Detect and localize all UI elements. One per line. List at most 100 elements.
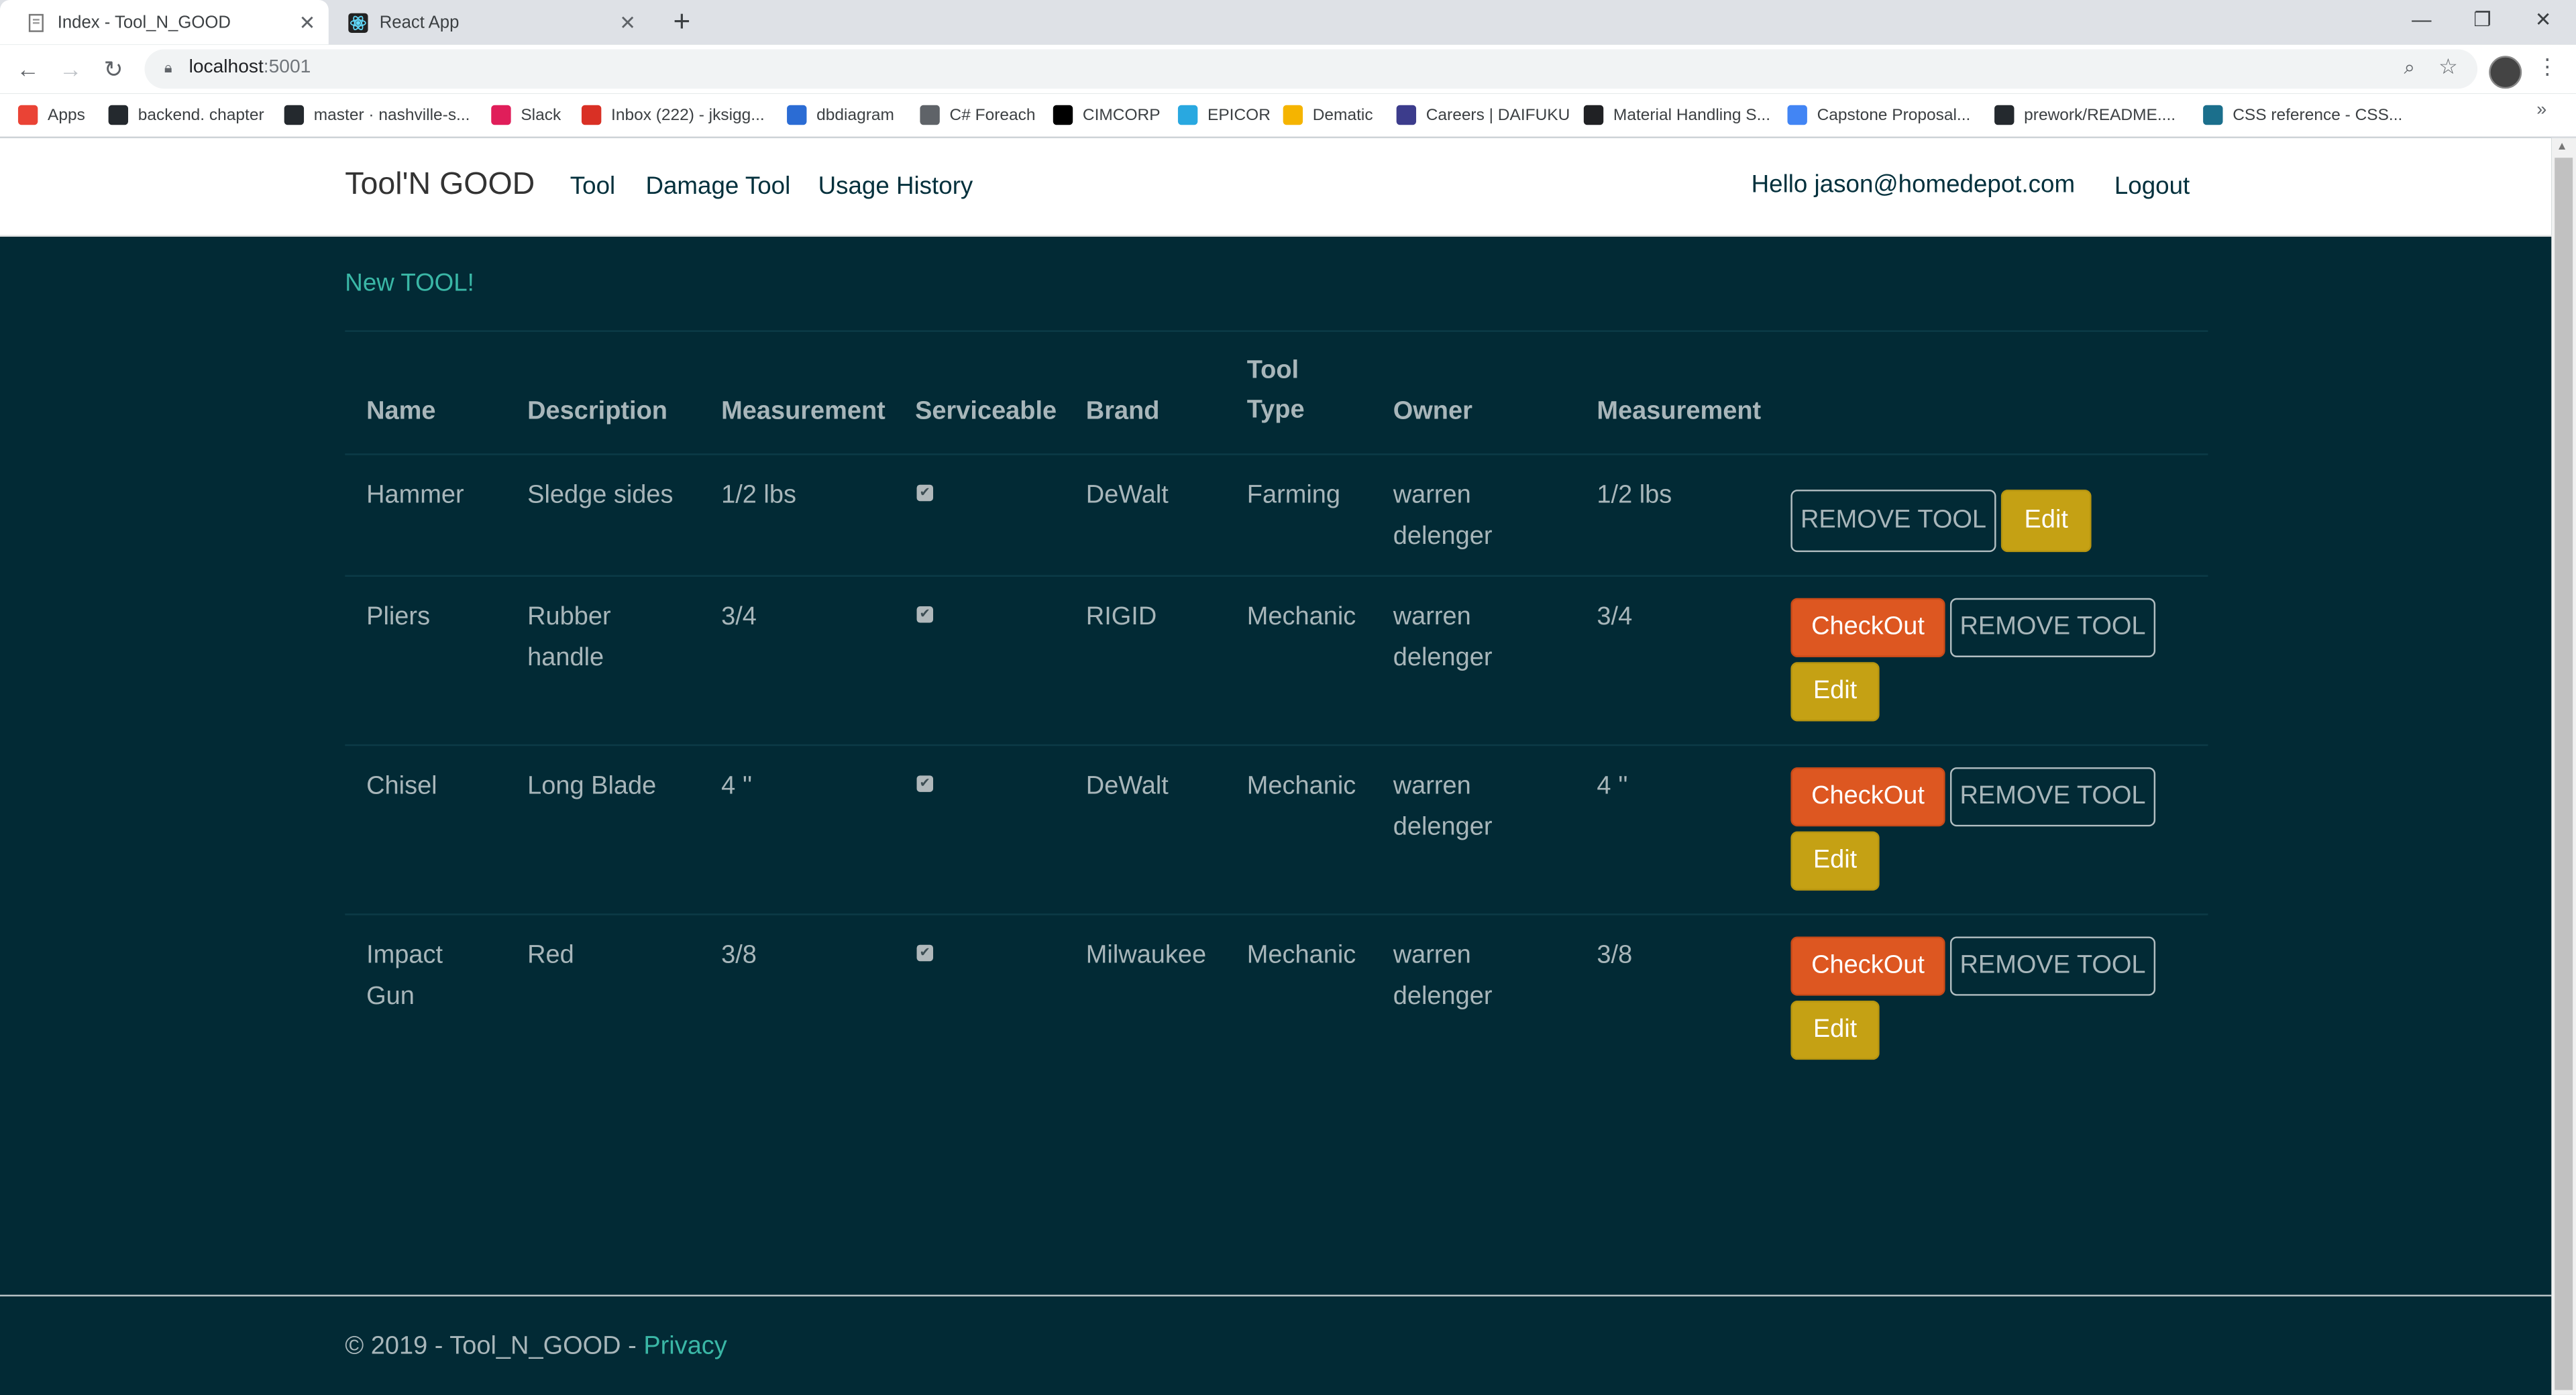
cell-tool-type: Mechanic (1246, 772, 1356, 801)
address-bar[interactable]: 🔒︎ localhost:5001 ⌕ ☆ (144, 49, 2478, 89)
docs-icon (1787, 105, 1807, 125)
window-close-button[interactable]: ✕ (2514, 5, 2573, 38)
close-icon[interactable]: ✕ (296, 11, 319, 34)
close-icon[interactable]: ✕ (616, 11, 639, 34)
new-tool-link[interactable]: New TOOL! (345, 270, 474, 298)
remove-tool-button[interactable]: REMOVE TOOL (1949, 767, 2156, 827)
bookmark-item[interactable]: Inbox (222) - jksigg... (581, 102, 765, 128)
checkout-button[interactable]: CheckOut (1790, 936, 1945, 996)
kebab-menu-icon[interactable]: ⋮ (2536, 54, 2558, 80)
url-text: localhost:5001 (189, 57, 311, 78)
bookmark-label: Careers | DAIFUKU (1426, 106, 1570, 124)
serviceable-checkbox[interactable]: ✔ (916, 775, 934, 792)
bookmark-item[interactable]: dbdiagram (787, 102, 894, 128)
bookmark-label: Apps (48, 106, 85, 124)
mdn-icon (2203, 105, 2223, 125)
serviceable-checkbox[interactable]: ✔ (916, 484, 934, 502)
bookmark-item[interactable]: C# Foreach (920, 102, 1035, 128)
cell-measurement-2: 1/2 lbs (1597, 481, 1672, 510)
edit-button[interactable]: Edit (1790, 831, 1880, 891)
site-navbar: Tool'N GOOD Tool Damage Tool Usage Histo… (0, 137, 2552, 237)
bookmark-item[interactable]: CSS reference - CSS... (2203, 102, 2402, 128)
cell-owner: warren delenger (1393, 603, 1493, 671)
bookmark-item[interactable]: Slack (491, 102, 561, 128)
remove-tool-button[interactable]: REMOVE TOOL (1949, 936, 2156, 996)
cell-tool-type: Mechanic (1246, 941, 1356, 970)
header-brand: Brand (1085, 397, 1160, 426)
bookmark-item[interactable]: Capstone Proposal... (1787, 102, 1970, 128)
cell-measurement: 1/2 lbs (721, 481, 796, 510)
bookmark-item[interactable]: prework/README.... (1994, 102, 2176, 128)
bookmark-item[interactable]: Material Handling S... (1583, 102, 1770, 128)
cell-name: Pliers (366, 603, 431, 631)
minimize-button[interactable]: — (2392, 5, 2451, 38)
cell-brand: RIGID (1085, 603, 1157, 631)
chevron-right-icon[interactable]: » (2536, 100, 2546, 119)
bookmark-label: EPICOR (1208, 106, 1271, 124)
serviceable-checkbox[interactable]: ✔ (916, 944, 934, 962)
avatar[interactable] (2489, 56, 2522, 89)
zoom-icon[interactable]: ⌕ (2404, 56, 2415, 80)
github-icon (284, 105, 305, 125)
checkout-button[interactable]: CheckOut (1790, 598, 1945, 657)
user-greeting[interactable]: Hello jason@homedepot.com (1752, 171, 2075, 199)
header-measurement: Measurement (721, 397, 885, 426)
daifuku-icon (1396, 105, 1417, 125)
bookmark-item[interactable]: CIMCORP (1053, 102, 1161, 128)
tab-index[interactable]: Index - Tool_N_GOOD ✕ (0, 0, 329, 45)
star-icon[interactable]: ☆ (2438, 54, 2458, 80)
page-scrollbar[interactable]: ▲ (2551, 137, 2576, 1395)
bookmark-item[interactable]: Apps (17, 102, 85, 128)
row-divider (345, 575, 2208, 577)
react-icon (348, 12, 368, 32)
header-measurement-2: Measurement (1597, 397, 1762, 426)
header-tool-type: Tool Type (1246, 356, 1305, 425)
tab-react-app[interactable]: React App ✕ (329, 0, 649, 44)
bookmark-item[interactable]: Dematic (1283, 102, 1373, 128)
serviceable-checkbox[interactable]: ✔ (916, 606, 934, 623)
edit-button[interactable]: Edit (2000, 490, 2092, 553)
logout-button[interactable]: Logout (2114, 172, 2190, 201)
cell-measurement-2: 3/4 (1597, 603, 1633, 631)
bookmark-label: dbdiagram (816, 106, 894, 124)
bookmark-item[interactable]: backend. chapter (108, 102, 264, 128)
edit-button[interactable]: Edit (1790, 1000, 1880, 1060)
reload-icon[interactable]: ↻ (99, 54, 128, 84)
remove-tool-button[interactable]: REMOVE TOOL (1790, 490, 1996, 553)
scrollbar-thumb[interactable] (2555, 158, 2573, 1390)
restore-button[interactable]: ❐ (2453, 5, 2512, 38)
cell-owner: warren delenger (1393, 941, 1493, 1010)
nav-link-damage-tool[interactable]: Damage Tool (645, 172, 790, 201)
table-top-border (345, 330, 2208, 332)
nav-link-usage-history[interactable]: Usage History (818, 172, 973, 201)
row-divider (345, 744, 2208, 746)
bookmark-item[interactable]: EPICOR (1177, 102, 1271, 128)
bookmark-item[interactable]: Careers | DAIFUKU (1396, 102, 1570, 128)
bookmarks-bar: Apps backend. chapter master · nashville-s… (0, 93, 2576, 138)
bookmark-item[interactable]: master · nashville-s... (284, 102, 470, 128)
bookmark-label: Dematic (1312, 106, 1373, 124)
dbdiagram-icon (787, 105, 807, 125)
cell-name: Hammer (366, 481, 464, 510)
nav-link-tool[interactable]: Tool (570, 172, 615, 201)
header-description: Description (527, 397, 667, 426)
cell-name: Chisel (366, 772, 437, 801)
new-tab-button[interactable]: + (665, 7, 698, 40)
cell-brand: Milwaukee (1085, 941, 1207, 970)
globe-icon (920, 105, 940, 125)
remove-tool-button[interactable]: REMOVE TOOL (1949, 598, 2156, 657)
scroll-up-icon[interactable]: ▲ (2557, 142, 2568, 153)
gmail-icon (581, 105, 602, 125)
privacy-link[interactable]: Privacy (643, 1333, 727, 1361)
edit-button[interactable]: Edit (1790, 662, 1880, 722)
back-arrow-icon[interactable]: ← (13, 54, 43, 84)
cell-tool-type: Farming (1246, 481, 1341, 510)
cell-name: Impact Gun (366, 941, 443, 1010)
github-icon (1994, 105, 2015, 125)
checkout-button[interactable]: CheckOut (1790, 767, 1945, 827)
cell-owner: warren delenger (1393, 772, 1493, 841)
footer-divider (0, 1294, 2552, 1296)
brand-link[interactable]: Tool'N GOOD (345, 168, 535, 204)
cell-measurement: 3/4 (721, 603, 757, 631)
forward-arrow-icon[interactable]: → (56, 54, 85, 84)
